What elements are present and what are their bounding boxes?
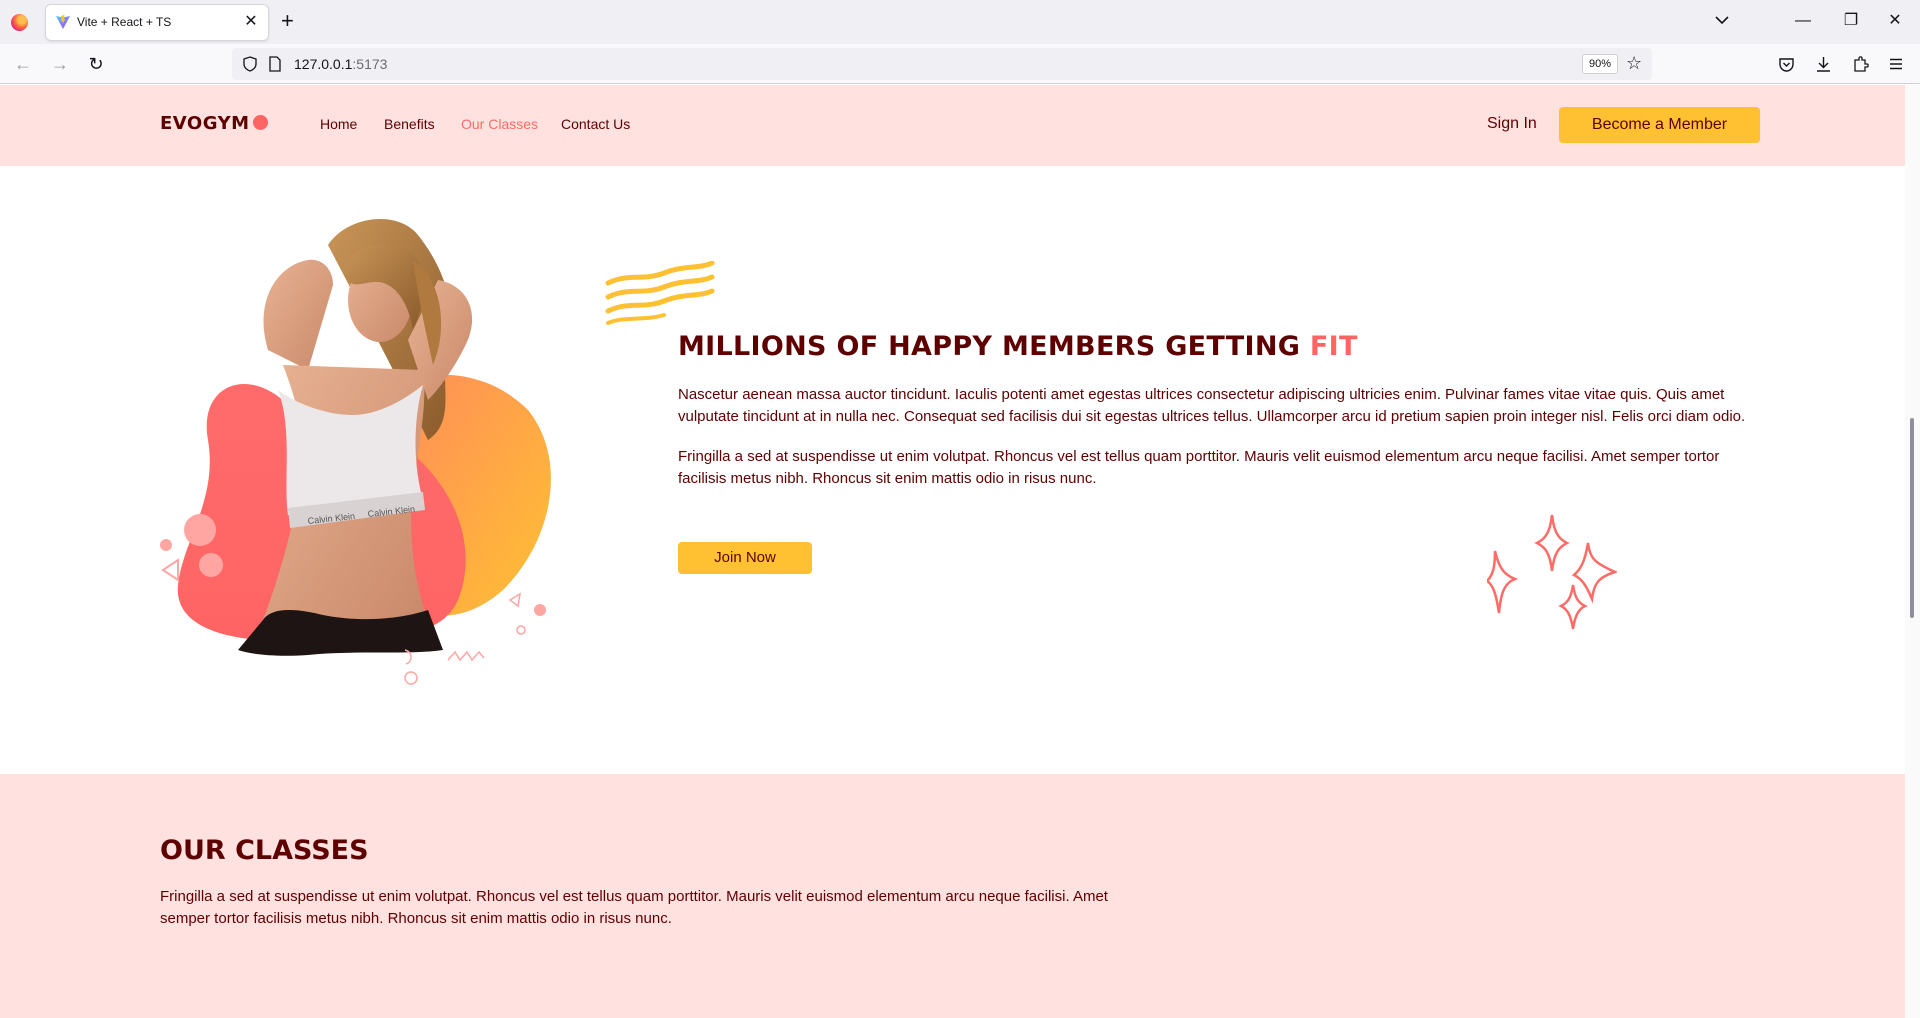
menu-icon[interactable] bbox=[1888, 56, 1904, 72]
star-icon[interactable]: ☆ bbox=[1626, 53, 1642, 74]
join-now-button[interactable]: Join Now bbox=[678, 542, 812, 574]
chevron-down-icon[interactable] bbox=[1712, 10, 1732, 30]
nav-home[interactable]: Home bbox=[320, 116, 357, 132]
vite-icon bbox=[56, 14, 70, 29]
nav-our-classes[interactable]: Our Classes bbox=[461, 116, 538, 132]
pocket-icon[interactable] bbox=[1778, 56, 1795, 73]
url-text[interactable]: 127.0.0.1:5173 bbox=[294, 56, 387, 72]
minimize-icon[interactable]: — bbox=[1788, 8, 1818, 34]
window-close-icon[interactable]: ✕ bbox=[1880, 8, 1910, 34]
url-bar[interactable]: 127.0.0.1:5173 90% ☆ bbox=[232, 48, 1652, 80]
forward-icon[interactable]: → bbox=[48, 52, 72, 76]
plus-icon[interactable]: + bbox=[281, 8, 294, 34]
sign-in-link[interactable]: Sign In bbox=[1487, 115, 1537, 133]
benefits-paragraph-1: Nascetur aenean massa auctor tincidunt. … bbox=[678, 386, 1746, 425]
browser-tab-bar: Vite + React + TS ✕ + — ❐ ✕ bbox=[0, 0, 1920, 44]
our-classes-description: Fringilla a sed at suspendisse ut enim v… bbox=[160, 888, 1108, 927]
logo-dot bbox=[252, 115, 268, 130]
benefits-heading: MILLIONS OF HAPPY MEMBERS GETTING FIT bbox=[678, 331, 1358, 362]
reload-icon[interactable]: ↻ bbox=[84, 52, 108, 76]
benefits-paragraph-2: Fringilla a sed at suspendisse ut enim v… bbox=[678, 448, 1720, 487]
our-classes-heading: OUR CLASSES bbox=[160, 835, 369, 866]
page-scrollbar[interactable] bbox=[1905, 85, 1920, 1018]
tab-title: Vite + React + TS bbox=[77, 15, 172, 29]
restore-icon[interactable]: ❐ bbox=[1836, 8, 1866, 34]
firefox-icon[interactable] bbox=[11, 14, 28, 31]
zoom-level[interactable]: 90% bbox=[1582, 54, 1619, 74]
sparkles-graphic bbox=[1487, 514, 1617, 630]
nav-contact-us[interactable]: Contact Us bbox=[561, 116, 630, 132]
close-icon[interactable]: ✕ bbox=[242, 11, 260, 31]
page-icon[interactable] bbox=[268, 56, 282, 72]
download-icon[interactable] bbox=[1815, 55, 1832, 73]
shield-icon[interactable] bbox=[242, 56, 258, 72]
back-icon[interactable]: ← bbox=[11, 52, 35, 76]
site-header: EVOGYM Home Benefits Our Classes Contact… bbox=[0, 85, 1905, 166]
scrollbar-thumb[interactable] bbox=[1910, 418, 1914, 618]
nav-benefits[interactable]: Benefits bbox=[384, 116, 435, 132]
benefits-page-graphic: Calvin Klein Calvin Klein bbox=[160, 218, 551, 685]
abstract-waves-graphic bbox=[605, 261, 715, 325]
site-logo[interactable]: EVOGYM bbox=[160, 113, 268, 134]
become-member-button[interactable]: Become a Member bbox=[1559, 107, 1760, 143]
extensions-icon[interactable] bbox=[1852, 55, 1869, 73]
browser-tab[interactable]: Vite + React + TS ✕ bbox=[46, 5, 268, 40]
page-viewport: EVOGYM Home Benefits Our Classes Contact… bbox=[0, 85, 1905, 1018]
browser-nav-bar: ← → ↻ 127.0.0.1:5173 90% ☆ bbox=[0, 44, 1920, 84]
